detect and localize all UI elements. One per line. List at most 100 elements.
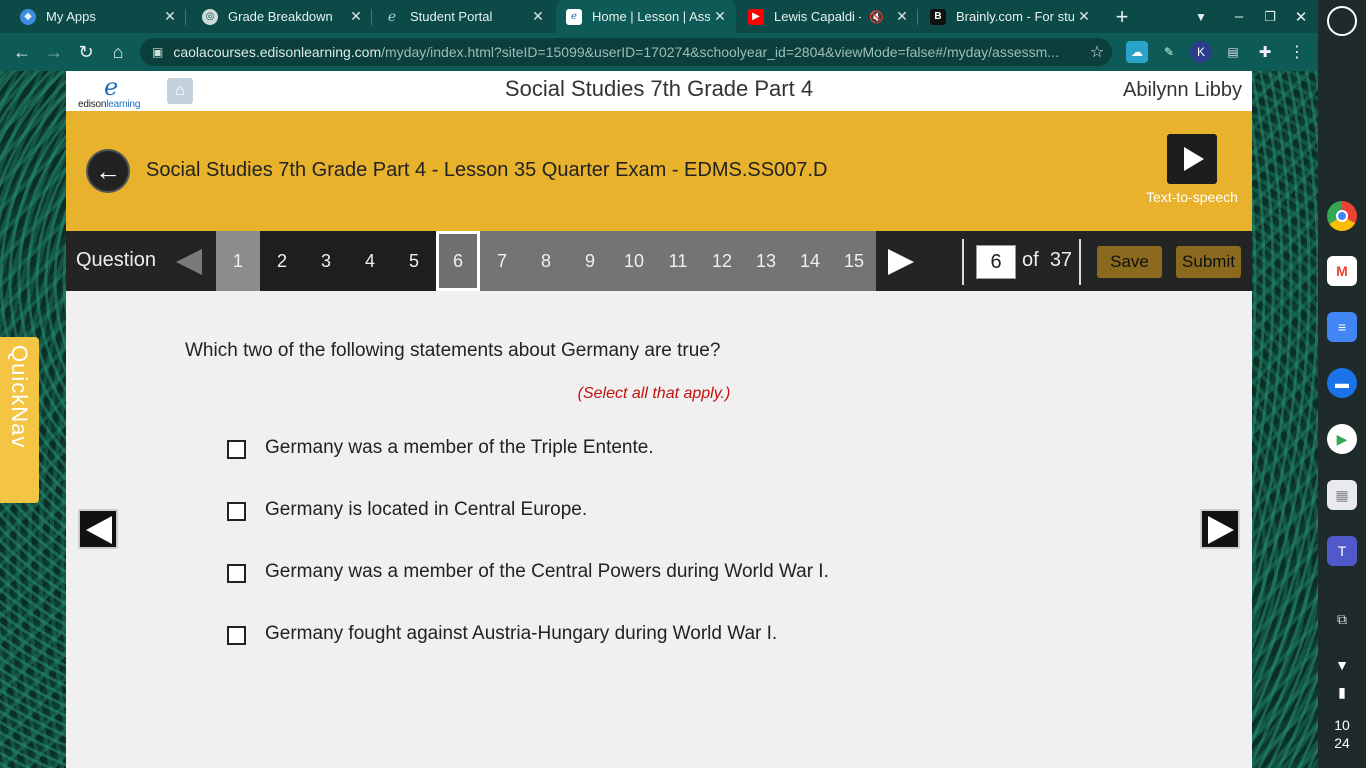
tab-search-icon[interactable]: ▼ <box>1186 0 1216 33</box>
tab-home-lesson[interactable]: ℯ Home | Lesson | Asse ✕ <box>556 0 736 33</box>
text-to-speech-play-button[interactable] <box>1167 134 1217 184</box>
tab-student-portal[interactable]: ℯ Student Portal ✕ <box>364 0 554 33</box>
question-number-list: 1 2 3 4 5 6 7 8 9 10 11 12 13 14 15 <box>216 231 876 291</box>
close-icon[interactable]: ✕ <box>528 8 548 25</box>
tab-youtube[interactable]: ▶ Lewis Capaldi - H 🔇 ✕ <box>728 0 918 33</box>
tts-label: Text-to-speech <box>1146 189 1238 205</box>
chromeos-shelf: M ≡ ▬ ▶ ▦ T ⧉ ▼ ▮ 10 24 <box>1318 0 1366 768</box>
youtube-icon: ▶ <box>748 8 764 25</box>
menu-kebab-icon[interactable]: ⋮ <box>1286 41 1308 63</box>
question-number-12[interactable]: 12 <box>700 231 744 291</box>
quicknav-tab[interactable]: QuickNav <box>0 337 39 503</box>
previous-questions-arrow-icon[interactable] <box>176 249 202 275</box>
answer-option[interactable]: Germany was a member of the Central Powe… <box>227 560 829 583</box>
answer-checkbox[interactable] <box>227 564 246 583</box>
assessment-page: e edisonlearning ⌂ Social Studies 7th Gr… <box>66 71 1252 768</box>
tab-brainly[interactable]: B Brainly.com - For stud ✕ <box>910 0 1100 33</box>
close-icon[interactable]: ✕ <box>346 8 366 25</box>
edison-icon: ℯ <box>566 8 582 25</box>
play-store-icon[interactable]: ▶ <box>1327 424 1357 454</box>
question-number-8[interactable]: 8 <box>524 231 568 291</box>
minimize-icon[interactable]: – <box>1224 0 1254 33</box>
previous-question-button[interactable] <box>78 509 118 549</box>
address-bar[interactable]: ▣ caolacourses.edisonlearning.com/myday/… <box>140 38 1112 66</box>
browser-toolbar: ← → ↻ ⌂ ▣ caolacourses.edisonlearning.co… <box>0 33 1318 71</box>
cloud-extension-icon[interactable]: ☁ <box>1126 41 1148 63</box>
gmail-icon[interactable]: M <box>1327 256 1357 286</box>
close-icon[interactable]: ✕ <box>1074 8 1094 25</box>
site-info-icon[interactable]: ▣ <box>152 45 163 59</box>
reload-icon[interactable]: ↻ <box>70 33 102 71</box>
battery-icon: ▮ <box>1338 683 1346 700</box>
speaker-mute-icon[interactable]: 🔇 <box>869 10 884 24</box>
next-questions-arrow-icon[interactable] <box>888 249 914 275</box>
reader-extension-icon[interactable]: ✎ <box>1158 41 1180 63</box>
k-extension-icon[interactable]: K <box>1190 41 1212 63</box>
lesson-title: Social Studies 7th Grade Part 4 - Lesson… <box>146 159 828 181</box>
question-label: Question <box>76 249 157 271</box>
question-page-input[interactable] <box>976 245 1016 279</box>
next-question-button[interactable] <box>1200 509 1240 549</box>
brainly-icon: B <box>930 8 946 25</box>
globe-icon: ◎ <box>202 8 218 25</box>
answer-checkbox[interactable] <box>227 502 246 521</box>
question-number-14[interactable]: 14 <box>788 231 832 291</box>
divider <box>1079 239 1081 285</box>
question-navigation-bar: Question 123456789101112131415 of 37 Sav… <box>66 231 1252 291</box>
question-text: Which two of the following statements ab… <box>185 340 721 361</box>
divider <box>962 239 964 285</box>
answer-option[interactable]: Germany is located in Central Europe. <box>227 498 587 521</box>
question-number-11[interactable]: 11 <box>656 231 700 291</box>
lesson-banner: ← Social Studies 7th Grade Part 4 - Less… <box>66 111 1252 231</box>
answer-option[interactable]: Germany was a member of the Triple Enten… <box>227 436 654 459</box>
question-content: Which two of the following statements ab… <box>66 291 1252 768</box>
student-name: Abilynn Libby <box>1123 79 1242 101</box>
question-number-5[interactable]: 5 <box>392 231 436 291</box>
course-header: e edisonlearning ⌂ Social Studies 7th Gr… <box>66 71 1252 111</box>
save-button[interactable]: Save <box>1097 246 1162 278</box>
printer-extension-icon[interactable]: ▤ <box>1222 41 1244 63</box>
back-arrow-button[interactable]: ← <box>86 149 130 193</box>
tab-grade-breakdown[interactable]: ◎ Grade Breakdown ✕ <box>182 0 372 33</box>
new-tab-icon[interactable]: + <box>1107 0 1137 33</box>
question-number-1[interactable]: 1 <box>216 231 260 291</box>
submit-button[interactable]: Submit <box>1176 246 1241 278</box>
bookmark-star-icon[interactable]: ☆ <box>1082 42 1112 62</box>
url-text[interactable]: caolacourses.edisonlearning.com/myday/in… <box>173 44 1082 60</box>
question-number-7[interactable]: 7 <box>480 231 524 291</box>
answer-option[interactable]: Germany fought against Austria-Hungary d… <box>227 622 777 645</box>
answer-checkbox[interactable] <box>227 626 246 645</box>
app-launcher-icon[interactable]: ▦ <box>1327 480 1357 510</box>
instruction-hint: (Select all that apply.) <box>577 385 731 402</box>
question-number-15[interactable]: 15 <box>832 231 876 291</box>
files-icon[interactable]: ▬ <box>1327 368 1357 398</box>
extensions-puzzle-icon[interactable]: ✚ <box>1254 41 1276 63</box>
question-number-6[interactable]: 6 <box>436 231 480 291</box>
question-number-4[interactable]: 4 <box>348 231 392 291</box>
screen-capture-icon[interactable]: ⧉ <box>1327 604 1357 634</box>
home-icon[interactable]: ⌂ <box>102 33 134 71</box>
docs-icon[interactable]: ≡ <box>1327 312 1357 342</box>
back-icon[interactable]: ← <box>6 33 38 71</box>
teams-icon[interactable]: T <box>1327 536 1357 566</box>
question-number-2[interactable]: 2 <box>260 231 304 291</box>
question-number-10[interactable]: 10 <box>612 231 656 291</box>
answer-checkbox[interactable] <box>227 440 246 459</box>
question-number-13[interactable]: 13 <box>744 231 788 291</box>
close-icon[interactable]: ✕ <box>892 8 912 25</box>
edison-icon: ℯ <box>387 8 397 24</box>
question-number-9[interactable]: 9 <box>568 231 612 291</box>
question-number-3[interactable]: 3 <box>304 231 348 291</box>
chrome-icon[interactable] <box>1327 201 1357 231</box>
launcher-icon[interactable] <box>1327 6 1357 36</box>
tab-my-apps[interactable]: ◆ My Apps ✕ <box>0 0 186 33</box>
page-of-label: of 37 <box>1022 249 1073 271</box>
forward-icon[interactable]: → <box>38 33 70 71</box>
close-window-icon[interactable]: ✕ <box>1286 0 1316 33</box>
restore-icon[interactable]: ❐ <box>1255 0 1285 33</box>
browser-tab-strip: ◆ My Apps ✕ ◎ Grade Breakdown ✕ ℯ Studen… <box>0 0 1318 33</box>
close-icon[interactable]: ✕ <box>710 8 730 25</box>
close-icon[interactable]: ✕ <box>160 8 180 25</box>
system-clock[interactable]: 10 24 <box>1318 716 1366 752</box>
my-apps-icon: ◆ <box>20 8 36 25</box>
